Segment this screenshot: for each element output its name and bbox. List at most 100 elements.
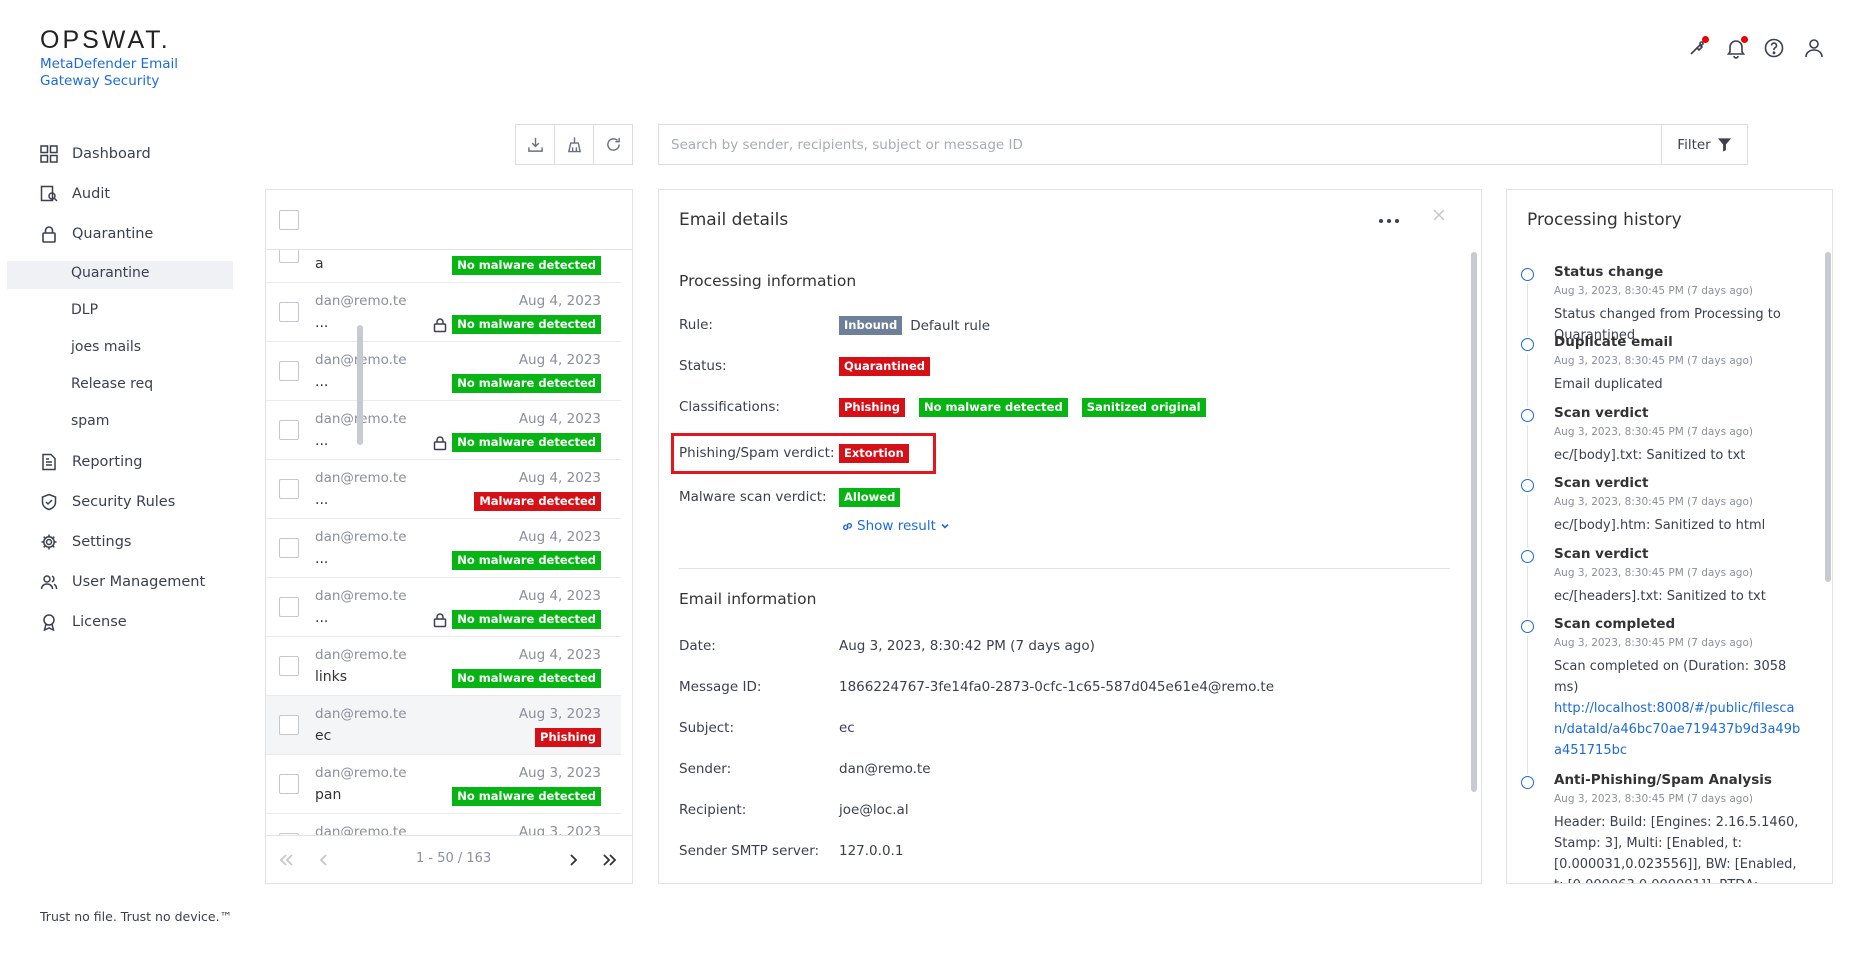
user-icon[interactable]: [1802, 36, 1826, 60]
history-scrollbar[interactable]: [1825, 252, 1831, 582]
row-subject: ...: [315, 374, 329, 390]
row-date: Aug 4, 2023: [518, 588, 601, 604]
row-status-badge: No malware detected: [452, 315, 601, 334]
processing-info-title: Processing information: [679, 272, 857, 290]
details-title: Email details: [679, 210, 789, 230]
event-text: Email duplicated: [1554, 377, 1663, 392]
field-label: Message ID:: [679, 679, 762, 695]
event-title: Status change: [1554, 264, 1664, 280]
table-row[interactable]: dan@remo.teAug 4, 2023...No malware dete…: [266, 342, 621, 401]
field-label: Sender:: [679, 761, 732, 777]
sidebar-subitem-dlp[interactable]: DLP: [71, 302, 98, 318]
row-checkbox[interactable]: [279, 656, 299, 676]
row-checkbox[interactable]: [279, 250, 299, 263]
table-row[interactable]: dan@remo.teAug 4, 2023...No malware dete…: [266, 401, 621, 460]
row-sender: dan@remo.te: [315, 765, 407, 781]
table-row[interactable]: dan@remo.teAug 4, 2023...No malware dete…: [266, 283, 621, 342]
sidebar-subitem-joes-mails[interactable]: joes mails: [71, 339, 141, 355]
key-notification-dot: [1702, 36, 1709, 43]
sidebar-item-audit[interactable]: Audit: [40, 181, 110, 207]
bell-notification-dot: [1741, 36, 1748, 43]
table-row[interactable]: dan@remo.teAug 4, 2023...No malware dete…: [266, 519, 621, 578]
search-input[interactable]: [659, 125, 1661, 164]
row-checkbox[interactable]: [279, 302, 299, 322]
row-checkbox[interactable]: [279, 479, 299, 499]
table-row[interactable]: dan@remo.te Aug 3, 2023 ec Phishing: [266, 696, 621, 755]
timeline-line: [1527, 495, 1528, 548]
lock-icon: [434, 435, 447, 450]
filescan-link[interactable]: http://localhost:8008/#/public/filescan/…: [1554, 701, 1800, 758]
sidebar-item-security-rules[interactable]: Security Rules: [40, 489, 175, 515]
row-date: Aug 3, 2023: [518, 706, 601, 722]
sidebar-item-reporting[interactable]: Reporting: [40, 449, 143, 475]
last-page-icon[interactable]: [600, 850, 620, 870]
bell-icon[interactable]: [1724, 36, 1748, 60]
key-icon[interactable]: [1685, 36, 1709, 60]
row-checkbox[interactable]: [279, 538, 299, 558]
event-date: Aug 3, 2023, 8:30:45 PM (7 days ago): [1554, 637, 1753, 649]
sidebar-subitem-release-req[interactable]: Release req: [71, 376, 153, 392]
malware-verdict-tag: Allowed: [839, 488, 901, 507]
row-sender: dan@remo.te: [315, 647, 407, 663]
more-options-icon[interactable]: [1379, 216, 1399, 226]
filter-button[interactable]: Filter: [1661, 125, 1747, 164]
users-icon: [40, 575, 58, 590]
email-info-title: Email information: [679, 590, 817, 608]
row-checkbox[interactable]: [279, 420, 299, 440]
table-row[interactable]: dan@remo.te Aug 4, 2023 links No malware de…: [266, 637, 621, 696]
sidebar-item-quarantine[interactable]: Quarantine: [40, 221, 153, 247]
chevron-down-icon: [941, 523, 949, 529]
timeline-line: [1527, 566, 1528, 618]
pagination: 1 - 50 / 163: [266, 835, 632, 883]
sidebar-item-settings[interactable]: Settings: [40, 529, 131, 555]
classification-phishing-tag: Phishing: [839, 398, 905, 417]
list-scrollbar[interactable]: [357, 325, 363, 445]
event-date: Aug 3, 2023, 8:30:45 PM (7 days ago): [1554, 496, 1753, 508]
first-page-icon[interactable]: [276, 850, 296, 870]
row-checkbox[interactable]: [279, 774, 299, 794]
close-icon[interactable]: [1432, 208, 1446, 222]
row-subject: ...: [315, 492, 329, 508]
table-row[interactable]: dan@remo.teAug 3, 2023No malware detecte…: [266, 814, 621, 835]
table-row[interactable]: a No malware detected: [266, 250, 621, 283]
row-checkbox[interactable]: [279, 361, 299, 381]
timeline-dot: [1521, 268, 1534, 281]
sidebar-item-dashboard[interactable]: Dashboard: [40, 141, 151, 167]
clean-button[interactable]: [555, 125, 594, 164]
email-list: a No malware detected dan@remo.te Aug 4, 20…: [266, 250, 621, 835]
row-checkbox[interactable]: [279, 715, 299, 735]
row-status-badge: No malware detected: [452, 256, 601, 275]
table-row[interactable]: dan@remo.te Aug 3, 2023 pan No malware dete…: [266, 755, 621, 814]
lock-icon: [434, 612, 447, 627]
event-title: Scan verdict: [1554, 546, 1649, 562]
timeline-dot: [1521, 550, 1534, 563]
select-all-checkbox[interactable]: [279, 210, 299, 230]
row-checkbox[interactable]: [279, 597, 299, 617]
download-button[interactable]: [516, 125, 555, 164]
timeline-line: [1527, 284, 1528, 336]
refresh-button[interactable]: [594, 125, 632, 164]
sidebar-item-license[interactable]: License: [40, 609, 127, 635]
sidebar-item-user-management[interactable]: User Management: [40, 569, 205, 595]
prev-page-icon[interactable]: [314, 850, 334, 870]
sidebar-subitem-quarantine[interactable]: Quarantine: [71, 265, 150, 281]
sidebar-label: Reporting: [72, 454, 143, 470]
row-status-badge: No malware detected: [452, 374, 601, 393]
phishing-verdict-highlight: [671, 433, 936, 474]
list-toolbar: [515, 124, 633, 165]
show-result-link[interactable]: Show result: [841, 518, 950, 534]
rule-value: Default rule: [910, 317, 990, 334]
details-scrollbar[interactable]: [1471, 252, 1477, 792]
help-icon[interactable]: [1762, 36, 1786, 60]
status-badge: Quarantined: [839, 357, 930, 376]
table-row[interactable]: dan@remo.te Aug 4, 2023... Malware detecte…: [266, 460, 621, 519]
sidebar-label: Quarantine: [72, 226, 154, 242]
sidebar-subitem-spam[interactable]: spam: [71, 413, 109, 429]
row-date: Aug 4, 2023: [518, 352, 601, 368]
row-status-badge: No malware detected: [452, 610, 601, 629]
event-text: Scan completed on (Duration: 3058 ms) htt…: [1554, 659, 1801, 758]
filter-label: Filter: [1677, 136, 1711, 153]
next-page-icon[interactable]: [563, 850, 583, 870]
classification-no-malware-tag: No malware detected: [918, 398, 1068, 417]
table-row[interactable]: dan@remo.teAug 4, 2023...No malware dete…: [266, 578, 621, 637]
